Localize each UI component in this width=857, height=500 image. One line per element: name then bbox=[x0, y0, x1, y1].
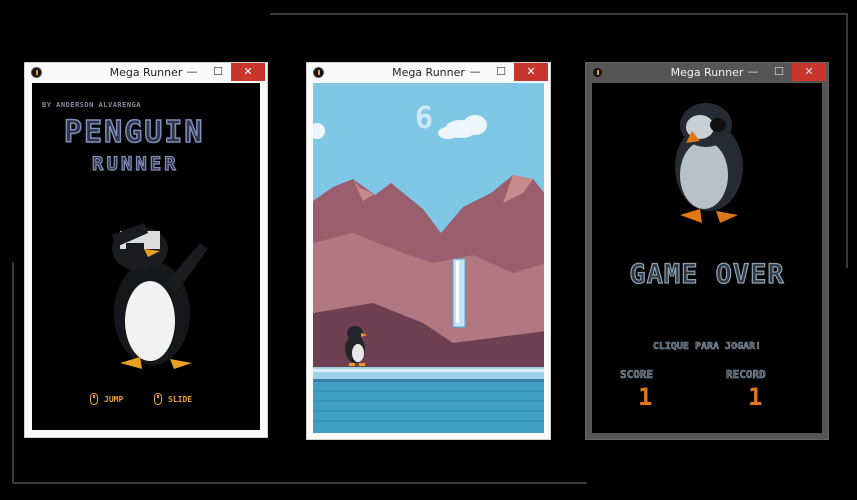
close-button[interactable]: ✕ bbox=[514, 63, 548, 81]
cloud-sprite bbox=[438, 115, 487, 139]
titlebar[interactable]: Mega Runner — ☐ ✕ bbox=[586, 63, 828, 83]
frame-line-bottom bbox=[12, 482, 587, 484]
control-slide: SLIDE bbox=[154, 393, 192, 405]
water-ground bbox=[313, 382, 544, 433]
dabbing-penguin-sprite bbox=[112, 223, 208, 369]
logo-title-runner: RUNNER bbox=[91, 152, 179, 175]
record-value: 1 bbox=[748, 383, 763, 411]
record-label: RECORD bbox=[726, 368, 766, 382]
titlebar[interactable]: Mega Runner — ☐ ✕ bbox=[307, 63, 550, 83]
maximize-button[interactable]: ☐ bbox=[766, 63, 792, 81]
menu-screen[interactable]: BY ANDERSON ALVARENGA PENGUIN RUNNER JUM… bbox=[32, 83, 260, 430]
author-credit: BY ANDERSON ALVARENGA bbox=[42, 101, 142, 109]
click-to-play-prompt[interactable]: CLIQUE PARA JOGAR! bbox=[592, 341, 822, 353]
maximize-button[interactable]: ☐ bbox=[488, 63, 514, 81]
mouse-right-icon bbox=[154, 393, 162, 405]
logo-title-penguin: PENGUIN bbox=[63, 114, 205, 151]
ice-pillar-obstacle bbox=[452, 258, 466, 328]
sad-penguin-sprite bbox=[675, 103, 743, 223]
minimize-button[interactable]: — bbox=[462, 63, 488, 81]
frame-line-top bbox=[270, 13, 848, 15]
mouse-left-icon bbox=[90, 393, 98, 405]
control-jump: JUMP bbox=[90, 393, 123, 405]
gameover-window: Mega Runner — ☐ ✕ GAME OVER CLIQUE PARA … bbox=[585, 62, 829, 440]
frame-line-left bbox=[12, 262, 14, 484]
score-label: SCORE bbox=[620, 368, 654, 382]
score-value: 1 bbox=[638, 383, 653, 411]
frame-line-right bbox=[846, 13, 848, 268]
close-button[interactable]: ✕ bbox=[792, 63, 826, 81]
control-slide-label: SLIDE bbox=[168, 394, 193, 404]
gameplay-screen[interactable]: 6 bbox=[313, 83, 544, 433]
close-button[interactable]: ✕ bbox=[231, 63, 265, 81]
gameplay-window: Mega Runner — ☐ ✕ 6 bbox=[306, 62, 551, 440]
titlebar[interactable]: Mega Runner — ☐ ✕ bbox=[25, 63, 267, 83]
control-jump-label: JUMP bbox=[104, 394, 124, 404]
maximize-button[interactable]: ☐ bbox=[205, 63, 231, 81]
menu-window: Mega Runner — ☐ ✕ BY ANDERSON ALVARENGA … bbox=[24, 62, 268, 438]
minimize-button[interactable]: — bbox=[179, 63, 205, 81]
game-over-title: GAME OVER bbox=[629, 258, 785, 290]
current-score: 6 bbox=[415, 101, 434, 136]
gameover-screen[interactable]: GAME OVER CLIQUE PARA JOGAR! SCORE 1 REC… bbox=[592, 83, 822, 433]
minimize-button[interactable]: — bbox=[740, 63, 766, 81]
